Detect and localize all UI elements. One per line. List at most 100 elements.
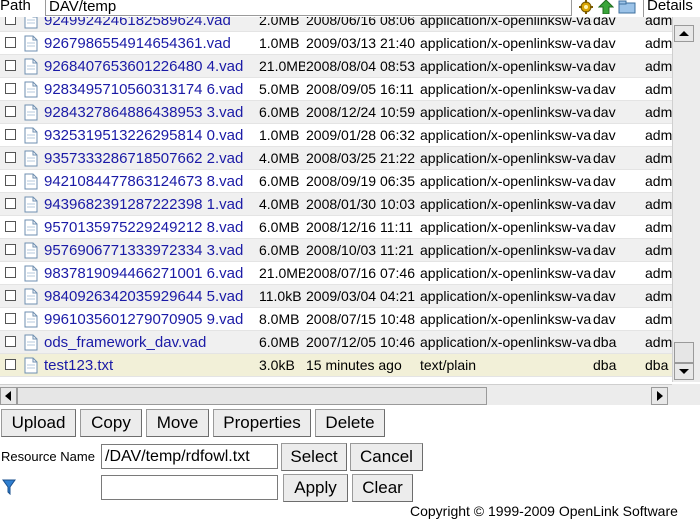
upload-button[interactable]: Upload	[1, 409, 76, 437]
file-icon	[24, 104, 38, 121]
horizontal-scroll-thumb[interactable]	[17, 387, 487, 405]
file-name-link[interactable]: 9961035601279070905 9.vad	[44, 311, 258, 328]
file-date: 2008/06/16 08:06	[306, 17, 415, 28]
filter-icon[interactable]	[2, 479, 16, 496]
file-size: 21.0MB	[259, 58, 305, 74]
row-checkbox[interactable]	[5, 336, 16, 347]
path-input[interactable]	[45, 0, 572, 16]
file-type: application/x-openlinksw-vad	[420, 17, 592, 28]
file-icon	[24, 357, 38, 374]
table-row[interactable]: 9284327864886438953 3.vad 6.0MB 2008/12/24…	[0, 101, 672, 124]
horizontal-scrollbar[interactable]	[0, 384, 672, 405]
table-row[interactable]: ods_framework_dav.vad 6.0MB 2007/12/05 10:…	[0, 331, 672, 354]
scroll-left-button[interactable]	[0, 387, 17, 405]
file-size: 6.0MB	[259, 242, 300, 258]
details-button[interactable]: Details	[643, 0, 700, 17]
file-icon	[24, 127, 38, 144]
file-owner: dav	[593, 17, 616, 28]
folder-icon[interactable]	[618, 0, 636, 14]
row-checkbox[interactable]	[5, 152, 16, 163]
cancel-button[interactable]: Cancel	[350, 443, 423, 471]
row-checkbox[interactable]	[5, 129, 16, 140]
path-label: Path	[0, 0, 31, 14]
file-icon	[24, 219, 38, 236]
file-name-link[interactable]: 9284327864886438953 3.vad	[44, 104, 258, 121]
file-name-link[interactable]: 9439682391287222398 1.vad	[44, 196, 258, 213]
scroll-right-button[interactable]	[651, 387, 668, 405]
file-owner: dav	[593, 104, 616, 120]
table-row[interactable]: 9357333286718507662 2.vad 4.0MB 2008/03/25…	[0, 147, 672, 170]
file-name-link[interactable]: 9837819094466271001 6.vad	[44, 265, 258, 282]
file-owner: dba	[593, 334, 617, 350]
file-date: 2008/07/15 10:48	[306, 311, 415, 327]
file-size: 6.0MB	[259, 334, 300, 350]
resource-name-input[interactable]: /DAV/temp/rdfowl.txt	[101, 444, 278, 469]
file-name-link[interactable]: 9421084477863124673 8.vad	[44, 173, 258, 190]
table-row[interactable]: test123.txt 3.0kB 15 minutes ago text/plain…	[0, 354, 672, 377]
filter-input[interactable]	[101, 475, 278, 500]
row-checkbox[interactable]	[5, 17, 16, 25]
file-name-link[interactable]: 9267986554914654361.vad	[44, 35, 258, 52]
file-type: application/x-openlinksw-vad	[420, 127, 592, 143]
row-checkbox[interactable]	[5, 60, 16, 71]
row-checkbox[interactable]	[5, 313, 16, 324]
row-checkbox[interactable]	[5, 198, 16, 209]
scroll-down-button[interactable]	[674, 363, 694, 380]
table-row[interactable]: 9421084477863124673 8.vad 6.0MB 2008/09/19…	[0, 170, 672, 193]
up-arrow-icon[interactable]	[597, 0, 615, 15]
file-name-link[interactable]: 9840926342035929644 5.vad	[44, 288, 258, 305]
apply-button[interactable]: Apply	[283, 474, 348, 502]
row-checkbox[interactable]	[5, 175, 16, 186]
move-button[interactable]: Move	[146, 409, 209, 437]
file-type: application/x-openlinksw-vad	[420, 173, 592, 189]
file-group: adm	[645, 288, 672, 304]
clear-button[interactable]: Clear	[352, 474, 413, 502]
table-row[interactable]: 9268407653601226480 4.vad 21.0MB 2008/08/0…	[0, 55, 672, 78]
table-row[interactable]: 9325319513226295814 0.vad 1.0MB 2009/01/28…	[0, 124, 672, 147]
file-size: 6.0MB	[259, 104, 300, 120]
table-row[interactable]: 9961035601279070905 9.vad 8.0MB 2008/07/15…	[0, 308, 672, 331]
file-group: adm	[645, 81, 672, 97]
properties-button[interactable]: Properties	[213, 409, 311, 437]
path-bar: Path Details	[0, 0, 700, 17]
vertical-scroll-thumb[interactable]	[674, 342, 694, 363]
table-row[interactable]: 9283495710560313174 6.vad 5.0MB 2008/09/05…	[0, 78, 672, 101]
file-icon	[24, 196, 38, 213]
file-name-link[interactable]: 9268407653601226480 4.vad	[44, 58, 258, 75]
copy-button[interactable]: Copy	[80, 409, 142, 437]
file-size: 6.0MB	[259, 173, 300, 189]
table-row[interactable]: 9249924246182589624.vad 2.0MB 2008/06/16 0…	[0, 17, 672, 32]
table-row[interactable]: 9840926342035929644 5.vad 11.0kB 2009/03/0…	[0, 285, 672, 308]
row-checkbox[interactable]	[5, 37, 16, 48]
table-row[interactable]: 9576906771333972334 3.vad 6.0MB 2008/10/03…	[0, 239, 672, 262]
row-checkbox[interactable]	[5, 106, 16, 117]
table-row[interactable]: 9570135975229249212 8.vad 6.0MB 2008/12/16…	[0, 216, 672, 239]
row-checkbox[interactable]	[5, 290, 16, 301]
file-size: 4.0MB	[259, 150, 300, 166]
file-name-link[interactable]: 9283495710560313174 6.vad	[44, 81, 258, 98]
file-size: 4.0MB	[259, 196, 300, 212]
scroll-up-button[interactable]	[674, 25, 694, 42]
file-name-link[interactable]: ods_framework_dav.vad	[44, 334, 258, 351]
file-name-link[interactable]: 9357333286718507662 2.vad	[44, 150, 258, 167]
row-checkbox[interactable]	[5, 267, 16, 278]
select-button[interactable]: Select	[281, 443, 347, 471]
row-checkbox[interactable]	[5, 359, 16, 370]
file-date: 2008/07/16 07:46	[306, 265, 415, 281]
table-row[interactable]: 9267986554914654361.vad 1.0MB 2009/03/13 2…	[0, 32, 672, 55]
file-name-link[interactable]: 9576906771333972334 3.vad	[44, 242, 258, 259]
file-type: application/x-openlinksw-vad	[420, 242, 592, 258]
file-group: adm	[645, 265, 672, 281]
row-checkbox[interactable]	[5, 244, 16, 255]
gear-icon[interactable]	[578, 0, 594, 14]
file-name-link[interactable]: 9325319513226295814 0.vad	[44, 127, 258, 144]
file-name-link[interactable]: 9570135975229249212 8.vad	[44, 219, 258, 236]
delete-button[interactable]: Delete	[315, 409, 385, 437]
file-name-link[interactable]: test123.txt	[44, 357, 258, 374]
table-row[interactable]: 9439682391287222398 1.vad 4.0MB 2008/01/30…	[0, 193, 672, 216]
row-checkbox[interactable]	[5, 221, 16, 232]
vertical-scrollbar[interactable]	[672, 17, 700, 382]
table-row[interactable]: 9837819094466271001 6.vad 21.0MB 2008/07/1…	[0, 262, 672, 285]
row-checkbox[interactable]	[5, 83, 16, 94]
file-name-link[interactable]: 9249924246182589624.vad	[44, 17, 258, 29]
